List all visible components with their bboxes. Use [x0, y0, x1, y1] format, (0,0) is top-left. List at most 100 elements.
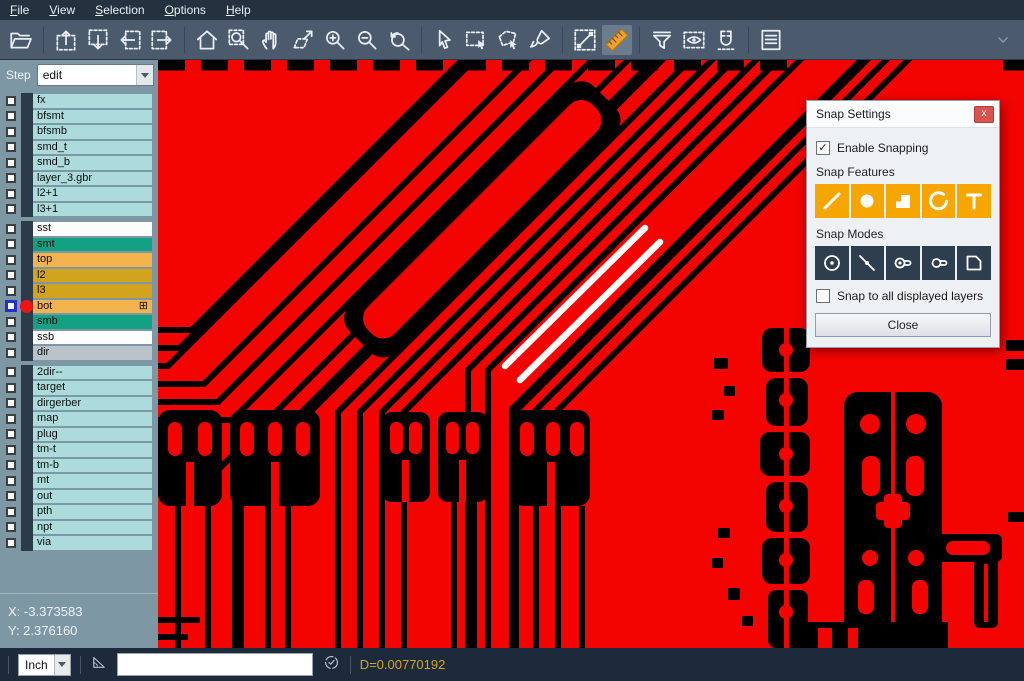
- layer-row[interactable]: pth: [0, 504, 158, 520]
- layer-visibility-checkbox[interactable]: [6, 189, 16, 199]
- layer-visibility-checkbox[interactable]: [6, 460, 16, 470]
- layer-visibility-checkbox[interactable]: [6, 538, 16, 548]
- move-view-icon[interactable]: [288, 25, 318, 55]
- layer-row[interactable]: tm-t: [0, 442, 158, 458]
- layer-visibility-checkbox[interactable]: [6, 367, 16, 377]
- layer-label[interactable]: out: [33, 490, 152, 504]
- layer-row-active[interactable]: bot⊞: [0, 299, 158, 315]
- snap-all-layers-option[interactable]: Snap to all displayed layers: [816, 289, 990, 303]
- layer-label[interactable]: fx: [33, 94, 152, 108]
- menu-file[interactable]: File: [0, 3, 39, 17]
- layer-row[interactable]: bfsmb: [0, 124, 158, 140]
- layer-row[interactable]: npt: [0, 520, 158, 536]
- layer-label[interactable]: mt: [33, 474, 152, 488]
- layer-label[interactable]: dir: [33, 346, 152, 360]
- layer-label[interactable]: plug: [33, 428, 152, 442]
- layer-row[interactable]: l2: [0, 268, 158, 284]
- layer-label[interactable]: tm-t: [33, 443, 152, 457]
- layer-label[interactable]: l3: [33, 284, 152, 298]
- layer-visibility-checkbox[interactable]: [6, 127, 16, 137]
- layer-visibility-checkbox[interactable]: [6, 142, 16, 152]
- zoom-home-icon[interactable]: [192, 25, 222, 55]
- layer-label[interactable]: sst: [33, 222, 152, 236]
- pan-down-icon[interactable]: [83, 25, 113, 55]
- layer-visibility-checkbox[interactable]: [6, 414, 16, 424]
- layer-row[interactable]: l3+1: [0, 202, 158, 218]
- pan-right-icon[interactable]: [147, 25, 177, 55]
- layer-label[interactable]: tm-b: [33, 459, 152, 473]
- layer-label[interactable]: npt: [33, 521, 152, 535]
- select-rectangle-icon[interactable]: [461, 25, 491, 55]
- layer-visibility-checkbox[interactable]: [6, 445, 16, 455]
- layer-visibility-checkbox[interactable]: [6, 383, 16, 393]
- snap-pad-icon[interactable]: [851, 184, 885, 218]
- layer-visibility-checkbox[interactable]: [6, 96, 16, 106]
- filter-funnel-icon[interactable]: [647, 25, 677, 55]
- dialog-close-icon[interactable]: x: [974, 106, 994, 123]
- layer-visibility-checkbox[interactable]: [6, 507, 16, 517]
- layer-visibility-checkbox[interactable]: [6, 491, 16, 501]
- snap-pad-outline-icon[interactable]: [922, 246, 956, 280]
- layer-row[interactable]: sst: [0, 221, 158, 237]
- snap-pad-end-icon[interactable]: [886, 246, 920, 280]
- layer-row[interactable]: l2+1: [0, 186, 158, 202]
- pan-up-icon[interactable]: [51, 25, 81, 55]
- layer-visibility-checkbox[interactable]: [6, 255, 16, 265]
- layer-row[interactable]: smt: [0, 237, 158, 253]
- layer-label[interactable]: l2: [33, 269, 152, 283]
- layer-label[interactable]: smd_b: [33, 156, 152, 170]
- layer-row[interactable]: target: [0, 380, 158, 396]
- zoom-previous-icon[interactable]: [384, 25, 414, 55]
- paint-select-icon[interactable]: [525, 25, 555, 55]
- checkbox-unchecked-icon[interactable]: [816, 289, 830, 303]
- layer-row[interactable]: tm-b: [0, 458, 158, 474]
- layer-label[interactable]: bfsmt: [33, 110, 152, 124]
- layer-visibility-checkbox[interactable]: [6, 348, 16, 358]
- close-button[interactable]: Close: [815, 313, 991, 337]
- snap-center-icon[interactable]: [815, 246, 849, 280]
- layer-label[interactable]: dirgerber: [33, 397, 152, 411]
- pan-left-icon[interactable]: [115, 25, 145, 55]
- select-polygon-icon[interactable]: [493, 25, 523, 55]
- layer-visibility-checkbox[interactable]: [6, 332, 16, 342]
- layer-label[interactable]: smt: [33, 238, 152, 252]
- layer-label[interactable]: smd_t: [33, 141, 152, 155]
- layer-row[interactable]: plug: [0, 427, 158, 443]
- unit-select[interactable]: Inch: [18, 654, 71, 676]
- chevron-down-icon[interactable]: [54, 655, 70, 675]
- menu-view[interactable]: View: [39, 3, 85, 17]
- zoom-in-icon[interactable]: [320, 25, 350, 55]
- layer-label[interactable]: top: [33, 253, 152, 267]
- layer-visibility-checkbox[interactable]: [6, 286, 16, 296]
- enable-snapping-option[interactable]: ✓ Enable Snapping: [816, 141, 990, 155]
- menu-selection[interactable]: Selection: [85, 3, 154, 17]
- layer-row[interactable]: dir: [0, 345, 158, 361]
- step-select[interactable]: edit: [37, 64, 154, 86]
- layer-visibility-checkbox[interactable]: [6, 270, 16, 280]
- pan-hand-icon[interactable]: [256, 25, 286, 55]
- zoom-window-icon[interactable]: [224, 25, 254, 55]
- layer-label[interactable]: bfsmb: [33, 125, 152, 139]
- menu-options[interactable]: Options: [155, 3, 216, 17]
- snap-line-icon[interactable]: [815, 184, 849, 218]
- layer-visibility-checkbox[interactable]: [6, 317, 16, 327]
- layer-row[interactable]: bfsmt: [0, 109, 158, 125]
- menu-help[interactable]: Help: [216, 3, 261, 17]
- layer-label[interactable]: 2dir--: [33, 366, 152, 380]
- open-folder-icon[interactable]: [6, 25, 36, 55]
- toolbar-overflow-chevron-icon[interactable]: [988, 25, 1018, 55]
- snap-midpoint-icon[interactable]: [851, 246, 885, 280]
- select-arrow-icon[interactable]: [429, 25, 459, 55]
- layer-visibility-checkbox[interactable]: [6, 239, 16, 249]
- layer-label[interactable]: l3+1: [33, 203, 152, 217]
- layer-label[interactable]: via: [33, 536, 152, 550]
- layer-row[interactable]: ssb: [0, 330, 158, 346]
- angle-measure-icon[interactable]: [90, 653, 108, 676]
- chevron-down-icon[interactable]: [136, 65, 153, 85]
- layer-visibility-checkbox[interactable]: [6, 429, 16, 439]
- layer-row[interactable]: smd_t: [0, 140, 158, 156]
- layer-row[interactable]: fx: [0, 93, 158, 109]
- layer-label[interactable]: map: [33, 412, 152, 426]
- layer-row[interactable]: mt: [0, 473, 158, 489]
- layer-visibility-checkbox[interactable]: [6, 204, 16, 214]
